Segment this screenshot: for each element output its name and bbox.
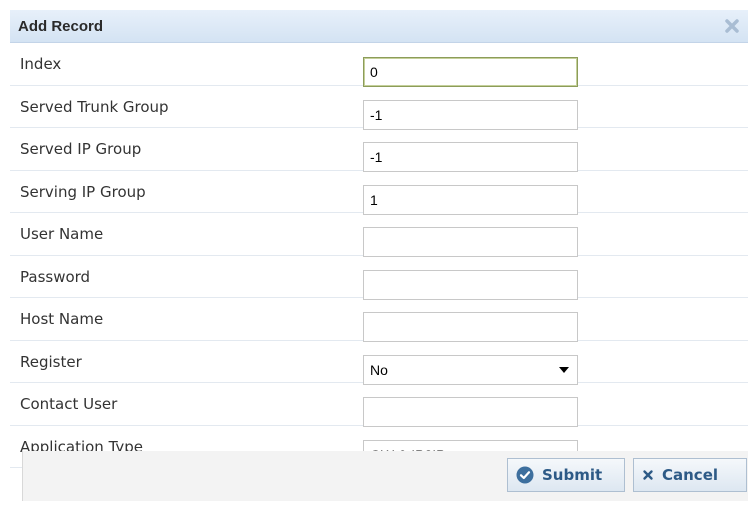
register-selected-value: No xyxy=(370,361,388,378)
form-row-register: Register No xyxy=(10,341,748,385)
dialog-footer: Submit Cancel xyxy=(22,451,748,501)
contact-user-input[interactable] xyxy=(363,397,578,427)
index-input[interactable]: 0 xyxy=(363,57,578,87)
user-name-input[interactable] xyxy=(363,227,578,257)
form-row-served-trunk-group: Served Trunk Group -1 xyxy=(10,86,748,130)
form-row-contact-user: Contact User xyxy=(10,383,748,427)
form-row-user-name: User Name xyxy=(10,213,748,257)
close-icon[interactable] xyxy=(722,16,742,36)
form-row-password: Password xyxy=(10,256,748,300)
password-input[interactable] xyxy=(363,269,578,300)
served-ip-group-input[interactable]: -1 xyxy=(363,142,578,172)
x-icon xyxy=(643,470,653,480)
host-name-label: Host Name xyxy=(20,310,104,328)
form-row-index: Index 0 xyxy=(10,43,748,87)
cancel-button[interactable]: Cancel xyxy=(633,458,747,492)
submit-button[interactable]: Submit xyxy=(507,458,625,492)
served-trunk-group-input[interactable]: -1 xyxy=(363,99,578,130)
form-row-host-name: Host Name xyxy=(10,298,748,342)
serving-ip-group-label: Serving IP Group xyxy=(20,182,146,201)
cancel-label: Cancel xyxy=(662,466,719,484)
form-row-served-ip-group: Served IP Group -1 xyxy=(10,128,748,172)
register-label: Register xyxy=(20,352,82,371)
add-record-dialog: Add Record Index 0 Served Trunk Group -1… xyxy=(0,0,748,513)
host-name-input[interactable] xyxy=(363,312,578,342)
record-form: Index 0 Served Trunk Group -1 Served IP … xyxy=(10,43,748,470)
user-name-label: User Name xyxy=(20,225,104,243)
dialog-title-bar: Add Record xyxy=(10,10,748,43)
index-label: Index xyxy=(20,55,62,73)
served-trunk-group-label: Served Trunk Group xyxy=(20,97,169,116)
submit-label: Submit xyxy=(542,466,603,484)
password-label: Password xyxy=(20,267,91,286)
check-circle-icon xyxy=(516,466,534,484)
dialog-title: Add Record xyxy=(18,18,104,35)
serving-ip-group-input[interactable]: 1 xyxy=(363,184,578,215)
served-ip-group-label: Served IP Group xyxy=(20,140,142,158)
form-row-serving-ip-group: Serving IP Group 1 xyxy=(10,171,748,215)
dropdown-arrow-icon xyxy=(559,366,569,373)
register-select[interactable]: No xyxy=(363,354,578,385)
contact-user-label: Contact User xyxy=(20,395,118,413)
